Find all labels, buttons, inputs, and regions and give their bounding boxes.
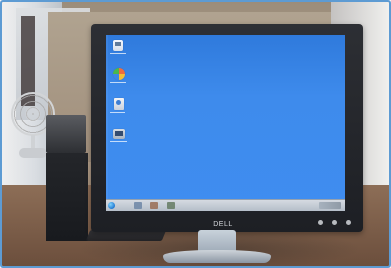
- taskbar: [106, 199, 345, 211]
- document-icon-label: [110, 112, 125, 113]
- fan-neck: [31, 135, 35, 149]
- room-scene: DELL: [2, 2, 389, 266]
- monitor-brand-logo: DELL: [213, 221, 233, 228]
- side-device: [46, 115, 86, 153]
- document-icon: [114, 98, 124, 110]
- side-cabinet: [46, 153, 88, 241]
- media-icon: [113, 129, 125, 139]
- monitor-stand-base: [163, 250, 271, 263]
- monitor-screen: [106, 35, 345, 211]
- taskbar-item: [134, 202, 142, 209]
- taskbar-item: [167, 202, 175, 209]
- start-button-icon: [108, 202, 115, 209]
- taskbar-item: [150, 202, 158, 209]
- browser-icon: [113, 68, 125, 80]
- computer-icon-label: [110, 53, 126, 54]
- computer-icon: [113, 40, 123, 51]
- monitor: DELL: [91, 24, 363, 232]
- monitor-buttons: [346, 220, 351, 225]
- media-icon-label: [110, 141, 127, 142]
- fan-base: [19, 148, 47, 158]
- photo-frame: DELL: [0, 0, 391, 268]
- system-tray: [319, 202, 341, 209]
- browser-icon-label: [110, 82, 126, 83]
